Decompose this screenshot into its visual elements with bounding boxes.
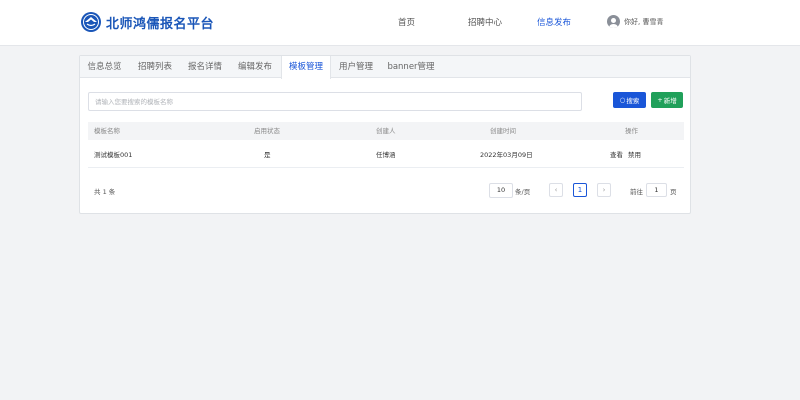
template-name: 测试模板001 bbox=[94, 151, 133, 159]
tab-info-overview[interactable]: 信息总览 bbox=[81, 56, 128, 78]
avatar bbox=[607, 15, 620, 28]
page-size-unit: 条/页 bbox=[515, 188, 531, 196]
column-header-name: 模板名称 bbox=[94, 127, 120, 135]
goto-unit: 页 bbox=[670, 188, 677, 196]
created-time: 2022年03月09日 bbox=[480, 151, 533, 159]
user-greeting: 你好, 曹雪青 bbox=[624, 17, 664, 26]
disable-link[interactable]: 禁用 bbox=[628, 142, 641, 168]
column-header-status: 启用状态 bbox=[254, 127, 280, 135]
tab-edit-publish[interactable]: 编辑发布 bbox=[230, 56, 280, 78]
plus-icon: + bbox=[657, 96, 663, 104]
tab-recruitment-list[interactable]: 招聘列表 bbox=[130, 56, 180, 78]
template-search-input[interactable] bbox=[88, 92, 582, 111]
creator: 任博涵 bbox=[376, 151, 396, 159]
column-header-actions: 操作 bbox=[625, 127, 638, 135]
goto-label: 前往 bbox=[630, 188, 643, 196]
total-count: 共 1 条 bbox=[94, 188, 116, 196]
main-nav: 首页 招聘中心 信息发布 bbox=[0, 0, 800, 46]
column-header-created-time: 创建时间 bbox=[490, 127, 516, 135]
content-card: 信息总览 招聘列表 报名详情 编辑发布 模板管理 用户管理 banner管理 ○… bbox=[79, 55, 691, 214]
search-button[interactable]: ○ 搜索 bbox=[613, 92, 646, 108]
page-size-select[interactable]: 10 bbox=[489, 183, 513, 198]
page-number-1[interactable]: 1 bbox=[573, 183, 587, 197]
tab-bar: 信息总览 招聘列表 报名详情 编辑发布 模板管理 用户管理 banner管理 bbox=[80, 56, 690, 79]
prev-page-button[interactable]: ‹ bbox=[549, 183, 563, 197]
tab-user-management[interactable]: 用户管理 bbox=[331, 56, 381, 78]
column-header-creator: 创建人 bbox=[376, 127, 396, 135]
nav-info-publish[interactable]: 信息发布 bbox=[537, 16, 571, 28]
nav-home[interactable]: 首页 bbox=[398, 16, 415, 28]
view-link[interactable]: 查看 bbox=[610, 142, 623, 168]
tab-registration-details[interactable]: 报名详情 bbox=[180, 56, 230, 78]
table-header: 模板名称 启用状态 创建人 创建时间 操作 bbox=[88, 122, 684, 140]
top-header: 北师鸿儒报名平台 首页 招聘中心 信息发布 你好, 曹雪青 bbox=[0, 0, 800, 46]
goto-page-input[interactable]: 1 bbox=[646, 183, 667, 197]
nav-recruitment-center[interactable]: 招聘中心 bbox=[468, 16, 502, 28]
search-icon: ○ bbox=[619, 96, 626, 104]
table-row: 测试模板001 是 任博涵 2022年03月09日 查看 禁用 bbox=[88, 142, 684, 168]
tab-template-management[interactable]: 模板管理 bbox=[281, 56, 331, 79]
user-menu[interactable]: 你好, 曹雪青 bbox=[607, 15, 663, 28]
next-page-button[interactable]: › bbox=[597, 183, 611, 197]
add-button[interactable]: + 新增 bbox=[651, 92, 683, 108]
enabled-status: 是 bbox=[264, 151, 271, 159]
tab-banner-management[interactable]: banner管理 bbox=[382, 56, 440, 78]
